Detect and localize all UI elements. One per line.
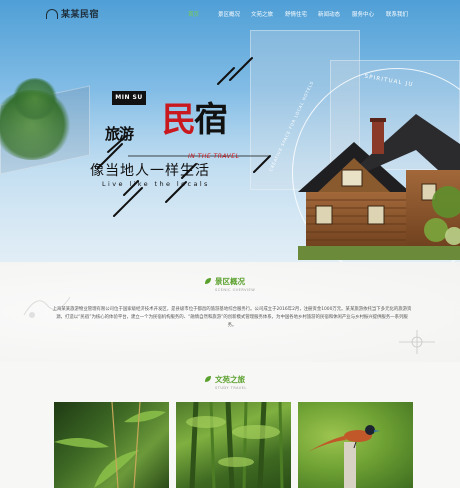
nav-item-service[interactable]: 服务中心 [352, 10, 374, 18]
section-title: 文苑之旅 [215, 375, 245, 384]
scenic-overview-heading: 景区概况 SCENIC OVERVIEW [204, 276, 255, 292]
bird-on-post-image [308, 425, 380, 488]
hero-title-red: 民 [162, 100, 196, 140]
hero-title-art: MIN SU 旅游 民宿 IN THE TRAVEL 像当地人一样生活 Live… [70, 40, 290, 230]
study-travel-heading: 文苑之旅 STUDY TRAVEL [204, 374, 247, 390]
bamboo-forest-image [186, 402, 284, 488]
section-subtitle: STUDY TRAVEL [215, 386, 247, 390]
ink-decoration [399, 330, 435, 354]
nav-item-lodging[interactable]: 舒情住宅 [285, 10, 307, 18]
hero-side-title: 旅游 [105, 125, 134, 143]
min-su-badge: MIN SU [112, 91, 146, 105]
scenic-overview-text: 上海某某旅游物业管理有限公司位于国家级经济技术开发区，是县级市位于都昌的旅游基地… [52, 307, 412, 328]
nav-item-travel[interactable]: 文苑之旅 [251, 10, 273, 18]
leaf-icon [205, 376, 211, 382]
travel-photo-bamboo[interactable] [176, 402, 291, 488]
hero-slogan-en: Live like the locals [102, 180, 210, 188]
nav-item-scenic[interactable]: 景区概况 [218, 10, 240, 18]
top-navigation: 某某民宿 首页 景区概况 文苑之旅 舒情住宅 新闻动态 服务中心 联系我们 [0, 0, 460, 28]
site-logo[interactable]: 某某民宿 [46, 7, 99, 20]
hero-subtitle-en: IN THE TRAVEL [188, 153, 240, 160]
log-cabin-image [298, 114, 460, 260]
nav-item-contact[interactable]: 联系我们 [386, 10, 408, 18]
logo-text: 某某民宿 [61, 10, 100, 20]
hero-main-title: 民宿 [162, 92, 228, 141]
section-subtitle: SCENIC OVERVIEW [215, 288, 256, 292]
section-title: 景区概况 [215, 277, 245, 286]
leaf-icon [205, 278, 211, 284]
bamboo-leaves-image [54, 402, 166, 488]
travel-photo-leaves[interactable] [54, 402, 169, 488]
hero-banner: SPIRITUAL JU CREATIVE SPACE FOR LOCAL HO… [0, 0, 460, 262]
nav-item-home[interactable]: 首页 [188, 10, 199, 18]
travel-photo-bird[interactable] [298, 402, 413, 488]
nav-item-news[interactable]: 新闻动态 [318, 10, 340, 18]
hero-slogan: 像当地人一样生活 [90, 163, 210, 179]
house-icon [46, 8, 58, 19]
hero-title-black: 宿 [194, 100, 228, 140]
